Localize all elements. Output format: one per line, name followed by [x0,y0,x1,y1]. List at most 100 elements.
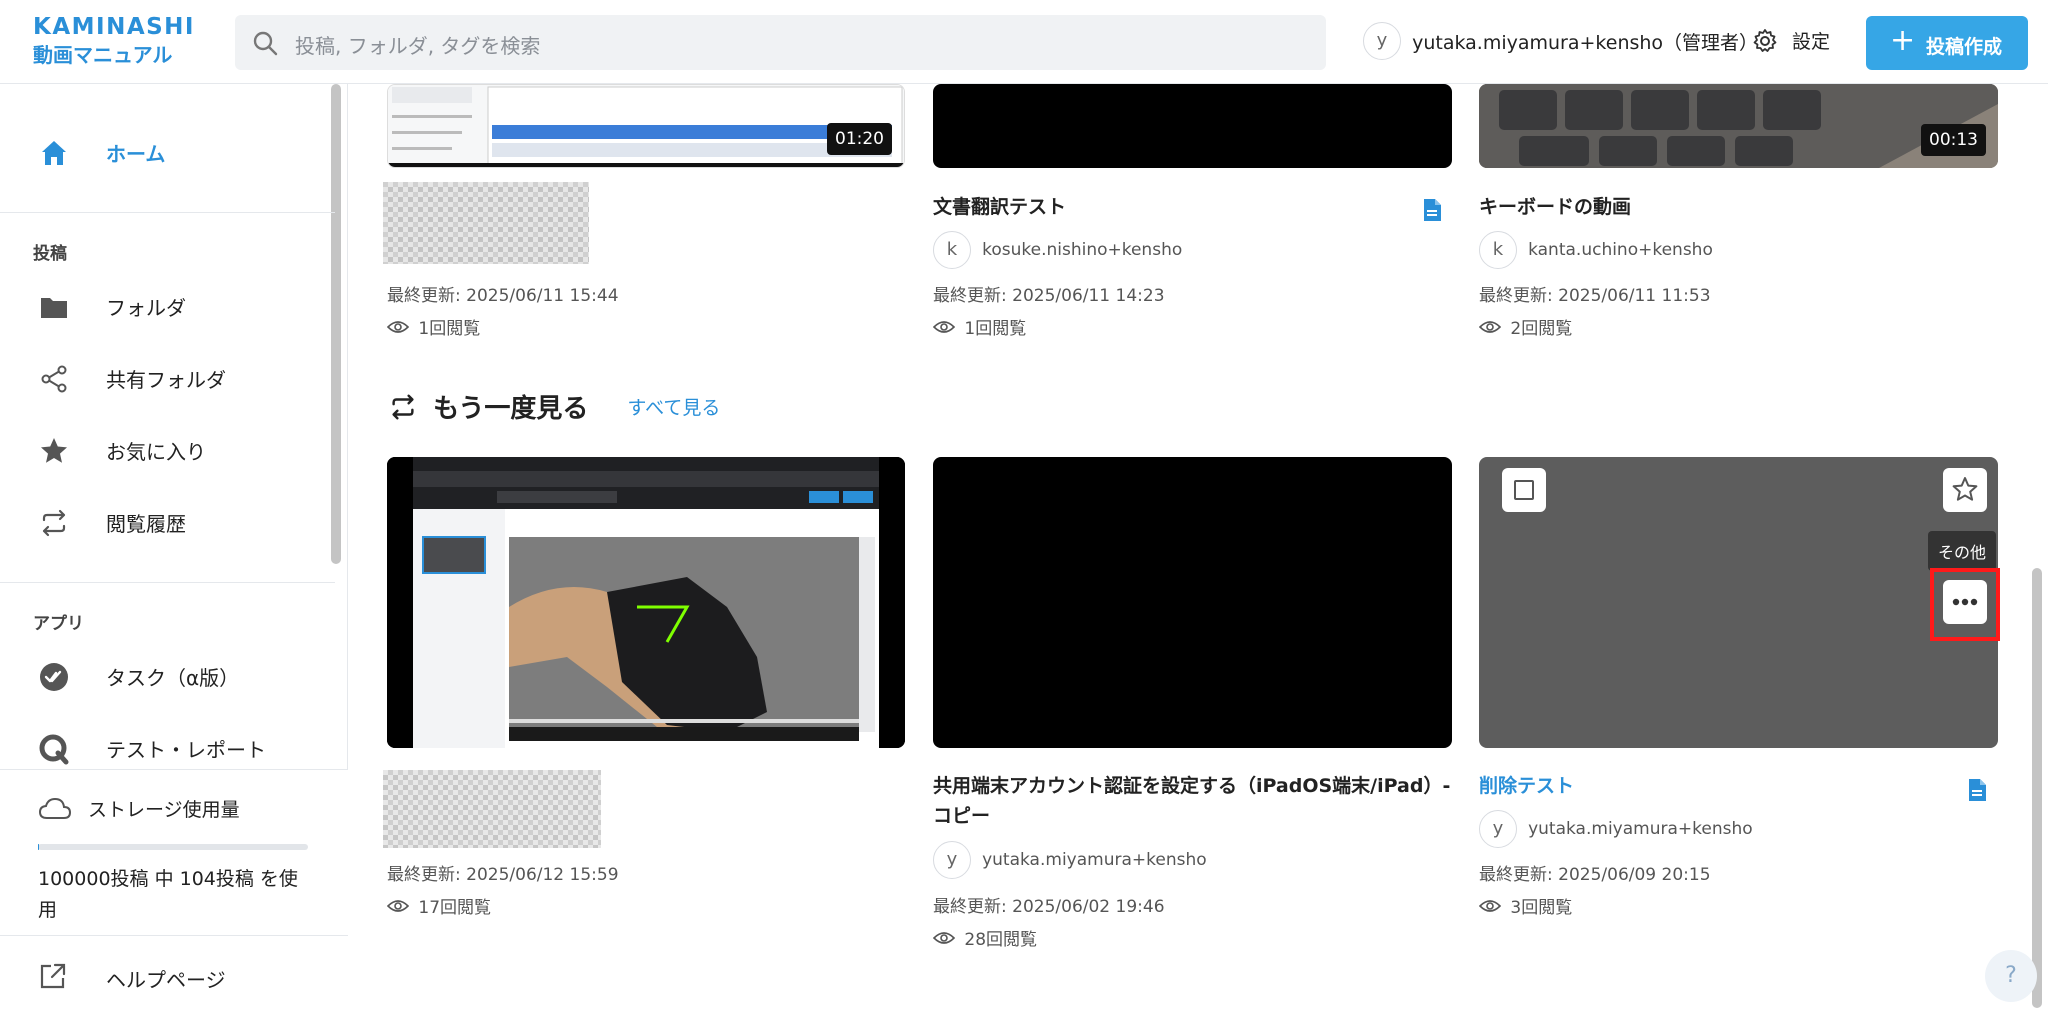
create-post-button[interactable]: + 投稿作成 [1866,16,2028,70]
document-icon [1424,199,1441,221]
logo-text: KAMINASHI [33,14,195,40]
post-title[interactable]: キーボードの動画 [1479,192,1631,222]
sidebar-item-history[interactable]: 閲覧履歴 [0,488,335,556]
video-thumbnail[interactable]: 00:13 [1479,84,1998,168]
view-count: 17回閲覧 [386,893,491,918]
video-thumbnail[interactable] [933,84,1452,168]
star-icon [41,438,67,463]
document-icon [1969,779,1986,801]
sidebar-item-label: フォルダ [106,296,186,320]
star-outline-icon [1952,477,1978,501]
sidebar-item-folder[interactable]: フォルダ [0,272,335,340]
last-updated: 最終更新: 2025/06/11 14:23 [933,286,1165,306]
video-thumbnail[interactable]: 01:20 [387,84,905,168]
storage-usage-text: 100000投稿 中 104投稿 を使用 [38,868,298,921]
history-icon [42,509,66,537]
eye-icon [932,931,956,944]
avatar: y [1363,22,1401,60]
video-duration: 01:20 [827,123,892,155]
author[interactable]: y yutaka.miyamura+kensho [933,841,1207,879]
favorite-button[interactable] [1943,468,1987,512]
author[interactable]: k kosuke.nishino+kensho [933,231,1182,269]
section-label-posts: 投稿 [33,244,67,264]
share-icon [41,365,67,393]
section-header-rewatch: もう一度見る すべて見る [388,388,720,425]
sidebar-item-task[interactable]: タスク（α版） [0,642,335,710]
post-title[interactable]: 共用端末アカウント認証を設定する（iPadOS端末/iPad）- コピー [933,771,1463,831]
sidebar-item-help[interactable]: ヘルプページ [0,935,348,1015]
folder-icon [41,298,67,318]
author-name: yutaka.miyamura+kensho [982,850,1207,870]
eye-icon [386,320,410,333]
sidebar-item-shared-folder[interactable]: 共有フォルダ [0,344,335,412]
video-thumbnail[interactable] [1479,457,1998,748]
avatar: k [1479,231,1517,269]
eye-icon [1478,899,1502,912]
tooltip: その他 [1928,531,1997,571]
last-updated: 最終更新: 2025/06/11 11:53 [1479,286,1711,306]
search-input[interactable]: 投稿, フォルダ, タグを検索 [235,15,1326,70]
post-title[interactable]: 削除テスト [1479,771,1574,801]
sidebar: ホーム 投稿 フォルダ 共有フォルダ お気に入り 閲覧履歴 アプリ タスク（α版… [0,84,348,1015]
last-updated: 最終更新: 2025/06/12 15:59 [387,865,619,885]
test-report-icon [39,734,69,765]
blurred-title [383,182,589,264]
main-scrollbar[interactable] [2032,568,2042,1008]
sidebar-item-label: 共有フォルダ [106,368,226,392]
select-checkbox[interactable] [1502,468,1546,512]
cloud-icon [38,797,72,819]
checkbox-icon [1514,480,1534,500]
video-duration: 00:13 [1921,124,1986,156]
sidebar-item-label: テスト・レポート [106,738,266,762]
author-name: kanta.uchino+kensho [1528,240,1713,260]
blurred-title [383,770,601,848]
section-title: もう一度見る [433,394,589,424]
more-dots-icon [1952,598,1978,606]
see-all-link[interactable]: すべて見る [627,397,720,419]
top-header: KAMINASHI 動画マニュアル 投稿, フォルダ, タグを検索 y yuta… [0,0,2048,84]
video-thumbnail[interactable] [933,457,1452,748]
divider [0,582,335,583]
eye-icon [386,899,410,912]
user-name: yutaka.miyamura+kensho（管理者） [1412,31,1759,54]
sidebar-item-favorites[interactable]: お気に入り [0,416,335,484]
settings-label: 設定 [1792,31,1831,53]
eye-icon [932,320,956,333]
settings-button[interactable]: 設定 [1752,27,1830,54]
section-label-apps: アプリ [33,614,84,634]
last-updated: 最終更新: 2025/06/11 15:44 [387,286,619,306]
sidebar-item-label: 閲覧履歴 [106,512,186,536]
search-icon [253,31,278,56]
glove-screenshot-thumbnail [387,457,905,748]
author-name: yutaka.miyamura+kensho [1528,819,1753,839]
sidebar-item-label: ホーム [106,142,166,166]
avatar: y [1479,810,1517,848]
gear-icon [1753,28,1777,52]
view-count: 3回閲覧 [1478,893,1572,918]
sidebar-item-label: お気に入り [106,440,206,464]
user-menu[interactable]: y yutaka.miyamura+kensho（管理者） [1363,22,1758,62]
eye-icon [1478,320,1502,333]
home-icon [42,141,66,165]
logo-subtitle: 動画マニュアル [33,43,173,67]
view-count: 28回閲覧 [932,925,1037,950]
create-post-label: 投稿作成 [1926,36,2003,58]
storage-progress-bar [38,844,308,850]
author[interactable]: y yutaka.miyamura+kensho [1479,810,1753,848]
avatar: k [933,231,971,269]
view-count: 1回閲覧 [386,314,480,339]
view-count: 2回閲覧 [1478,314,1572,339]
post-title[interactable]: 文書翻訳テスト [933,192,1066,222]
view-count: 1回閲覧 [932,314,1026,339]
help-fab-button[interactable]: ? [1985,950,2037,1002]
video-thumbnail[interactable] [387,457,905,748]
author[interactable]: k kanta.uchino+kensho [1479,231,1713,269]
last-updated: 最終更新: 2025/06/09 20:15 [1479,865,1711,885]
more-options-button[interactable] [1943,580,1987,624]
last-updated: 最終更新: 2025/06/02 19:46 [933,897,1165,917]
sidebar-item-home[interactable]: ホーム [0,118,335,186]
divider [0,212,335,213]
logo[interactable]: KAMINASHI 動画マニュアル [33,14,195,67]
author-name: kosuke.nishino+kensho [982,240,1183,260]
task-icon [40,663,68,691]
